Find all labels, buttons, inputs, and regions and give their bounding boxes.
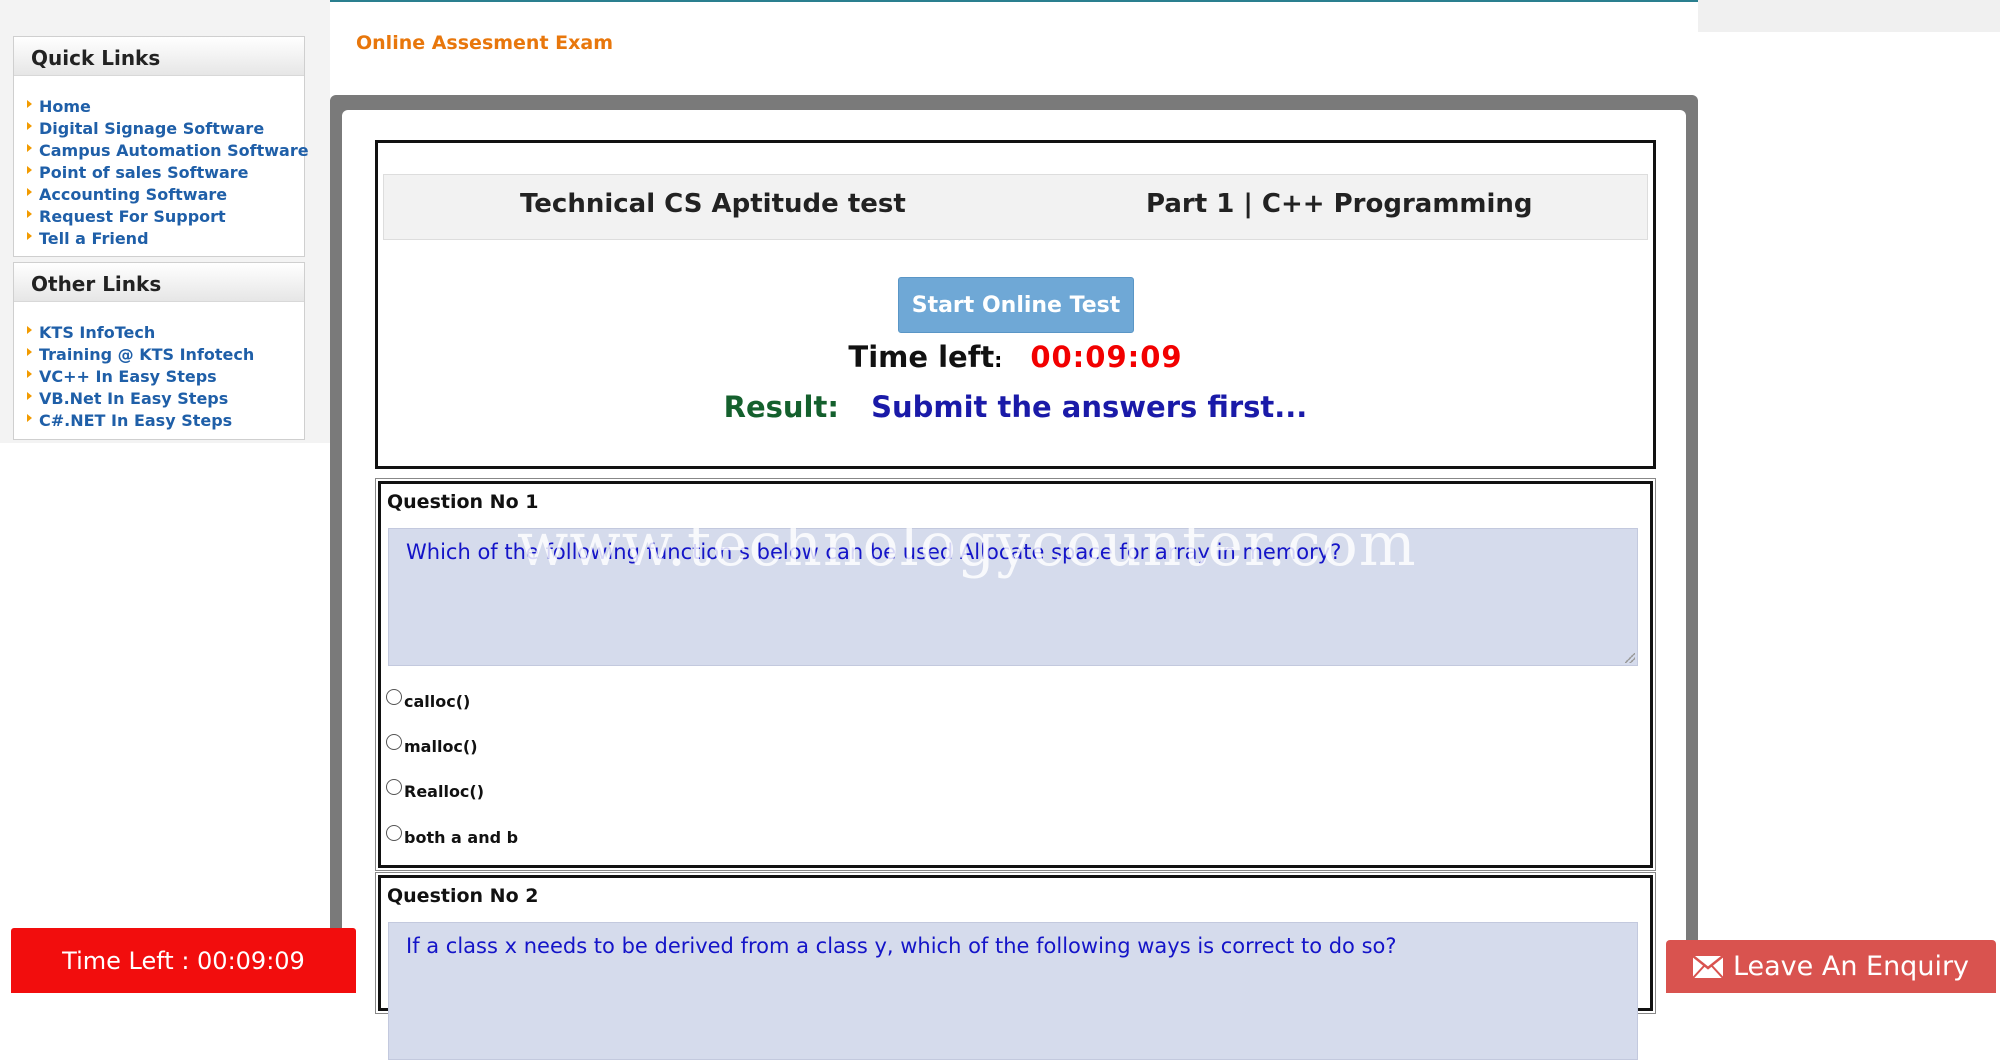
quick-link-label[interactable]: Request For Support xyxy=(39,207,226,226)
question-1-text: Which of the following function s below … xyxy=(406,540,1342,564)
q1-option-both[interactable]: both a and b xyxy=(386,823,518,847)
quick-link-label[interactable]: Tell a Friend xyxy=(39,229,149,248)
other-link-label[interactable]: VB.Net In Easy Steps xyxy=(39,389,228,408)
option-label: calloc() xyxy=(404,692,471,711)
result-label: Result: xyxy=(723,390,839,424)
page-title: Online Assesment Exam xyxy=(356,32,614,54)
start-online-test-button[interactable]: Start Online Test xyxy=(898,277,1134,333)
radio-button[interactable] xyxy=(386,734,402,750)
question-2-title: Question No 2 xyxy=(387,885,539,907)
quick-links-title: Quick Links xyxy=(14,37,304,76)
leave-enquiry-button[interactable]: Leave An Enquiry xyxy=(1666,940,1996,993)
mail-icon xyxy=(1692,955,1723,978)
radio-button[interactable] xyxy=(386,825,402,841)
question-1: Question No 1 Which of the following fun… xyxy=(375,478,1656,871)
floating-timer: Time Left : 00:09:09 xyxy=(11,928,356,993)
sidebar: Quick Links Home Digital Signage Softwar… xyxy=(0,0,330,443)
other-link-label[interactable]: VC++ In Easy Steps xyxy=(39,367,217,386)
option-label: Realloc() xyxy=(404,782,485,801)
time-left-label: Time left xyxy=(848,340,995,374)
other-link-kts-infotech: KTS InfoTech xyxy=(14,322,304,344)
other-links-panel: Other Links KTS InfoTech Training @ KTS … xyxy=(13,262,305,440)
resize-grip-icon[interactable] xyxy=(1625,653,1635,663)
other-link-vbnet: VB.Net In Easy Steps xyxy=(14,388,304,410)
quick-link-accounting: Accounting Software xyxy=(14,184,304,206)
exam-header: Technical CS Aptitude test Part 1 | C++ … xyxy=(375,140,1656,469)
time-left-value: 00:09:09 xyxy=(1030,340,1183,374)
quick-link-campus-automation: Campus Automation Software xyxy=(14,140,309,162)
quick-link-label[interactable]: Home xyxy=(39,97,91,116)
other-link-label[interactable]: KTS InfoTech xyxy=(39,323,155,342)
result-row: Result: Submit the answers first... xyxy=(378,390,1653,424)
quick-link-digital-signage: Digital Signage Software xyxy=(14,118,304,140)
test-name: Technical CS Aptitude test xyxy=(520,189,906,219)
result-value: Submit the answers first... xyxy=(871,390,1308,424)
radio-button[interactable] xyxy=(386,779,402,795)
other-link-label[interactable]: Training @ KTS Infotech xyxy=(39,345,254,364)
q1-option-realloc[interactable]: Realloc() xyxy=(386,777,484,801)
other-link-csharp: C#.NET In Easy Steps xyxy=(14,410,304,432)
q1-option-calloc[interactable]: calloc() xyxy=(386,687,470,711)
question-1-textarea[interactable]: Which of the following function s below … xyxy=(388,528,1638,666)
question-2-textarea[interactable]: If a class x needs to be derived from a … xyxy=(388,922,1638,1060)
quick-link-home: Home xyxy=(14,96,304,118)
question-2-text: If a class x needs to be derived from a … xyxy=(406,934,1397,958)
radio-button[interactable] xyxy=(386,689,402,705)
time-left-colon: : xyxy=(994,348,1003,372)
exam-title-band: Technical CS Aptitude test Part 1 | C++ … xyxy=(383,174,1648,240)
q1-option-malloc[interactable]: malloc() xyxy=(386,732,478,756)
quick-link-label[interactable]: Point of sales Software xyxy=(39,163,249,182)
quick-links-panel: Quick Links Home Digital Signage Softwar… xyxy=(13,36,309,258)
quick-links-list: Home Digital Signage Software Campus Aut… xyxy=(14,76,309,258)
question-2: Question No 2 If a class x needs to be d… xyxy=(375,872,1656,1060)
quick-link-tell-a-friend: Tell a Friend xyxy=(14,228,304,250)
test-part: Part 1 | C++ Programming xyxy=(1146,189,1533,219)
enquiry-label: Leave An Enquiry xyxy=(1732,951,1970,982)
option-label: malloc() xyxy=(404,737,478,756)
other-links-title: Other Links xyxy=(14,263,304,302)
quick-link-label[interactable]: Campus Automation Software xyxy=(39,141,309,160)
question-1-title: Question No 1 xyxy=(387,491,539,513)
other-links-list: KTS InfoTech Training @ KTS Infotech VC+… xyxy=(14,302,304,440)
time-left-row: Time left: 00:09:09 xyxy=(378,340,1653,374)
other-link-vcpp: VC++ In Easy Steps xyxy=(14,366,304,388)
option-label: both a and b xyxy=(404,828,519,847)
top-right-bar xyxy=(1698,0,2000,32)
quick-link-label[interactable]: Accounting Software xyxy=(39,185,227,204)
quick-link-point-of-sales: Point of sales Software xyxy=(14,162,304,184)
quick-link-label[interactable]: Digital Signage Software xyxy=(39,119,264,138)
other-link-label[interactable]: C#.NET In Easy Steps xyxy=(39,411,232,430)
other-link-training: Training @ KTS Infotech xyxy=(14,344,304,366)
quick-link-request-support: Request For Support xyxy=(14,206,304,228)
